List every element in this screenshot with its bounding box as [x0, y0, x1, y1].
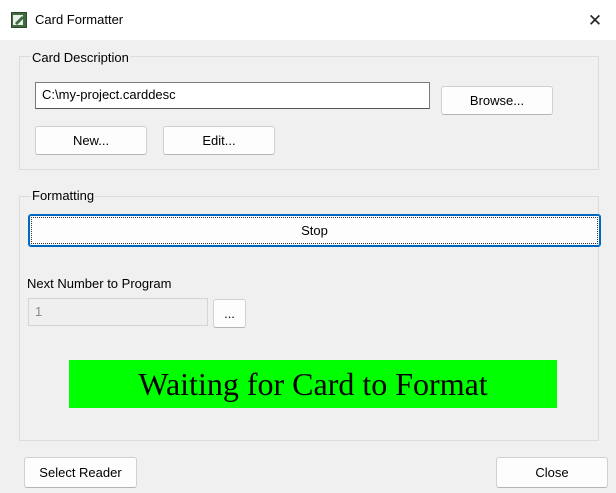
browse-button[interactable]: Browse... [441, 86, 553, 115]
title-bar[interactable]: Card Formatter ✕ [0, 0, 616, 40]
card-formatter-window: Card Formatter ✕ Card Description C:\my-… [0, 0, 616, 493]
card-formatter-app-icon [11, 12, 27, 28]
window-title: Card Formatter [35, 12, 124, 27]
stop-button-label: Stop [301, 223, 328, 238]
next-number-edit-button[interactable]: ... [213, 299, 246, 328]
card-description-path-field[interactable]: C:\my-project.carddesc [35, 82, 430, 109]
status-banner: Waiting for Card to Format [69, 360, 557, 408]
edit-card-description-button[interactable]: Edit... [163, 126, 275, 155]
next-number-field: 1 [28, 298, 208, 326]
select-reader-button[interactable]: Select Reader [24, 457, 137, 488]
card-description-group-label: Card Description [31, 50, 130, 66]
close-button[interactable]: Close [496, 457, 608, 488]
new-card-description-button[interactable]: New... [35, 126, 147, 155]
close-icon[interactable]: ✕ [578, 6, 612, 36]
stop-button[interactable]: Stop [28, 214, 601, 247]
next-number-label: Next Number to Program [27, 276, 172, 291]
formatting-group-label: Formatting [31, 188, 96, 204]
